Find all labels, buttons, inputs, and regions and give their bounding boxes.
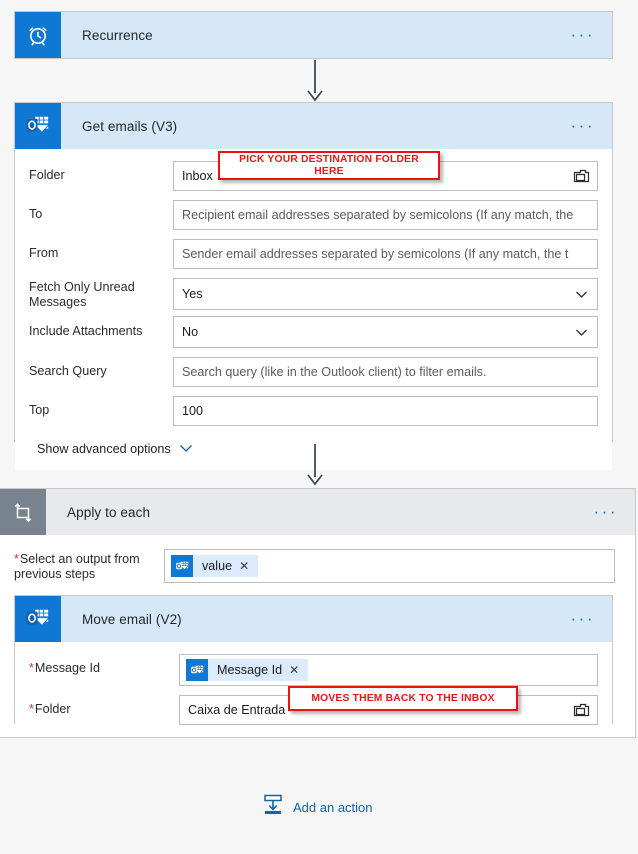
- token-label: value: [202, 559, 233, 573]
- field-value: Caixa de Entrada: [188, 703, 286, 717]
- top-input[interactable]: 100: [173, 396, 598, 426]
- field-row-message-id: *Message Id Message Id ✕: [29, 654, 598, 686]
- annotation-back-to-inbox: MOVES THEM BACK TO THE INBOX: [288, 686, 518, 711]
- flow-canvas: Recurrence ··· Get emails (V3) ··· Folde…: [0, 0, 638, 854]
- token-chip-value[interactable]: value ✕: [171, 555, 259, 577]
- search-query-input[interactable]: Search query (like in the Outlook client…: [173, 357, 598, 387]
- more-options-button[interactable]: ···: [571, 26, 612, 43]
- card-title: Recurrence: [82, 27, 153, 43]
- card-body-move-email: *Message Id Message Id ✕ *Folder Caixa d…: [15, 642, 612, 725]
- field-label: Select an output from previous steps: [14, 552, 140, 581]
- field-label: Search Query: [29, 364, 107, 378]
- field-row-select-output: *Select an output from previous steps va…: [14, 549, 615, 583]
- add-action-label: Add an action: [293, 800, 373, 815]
- select-output-input[interactable]: value ✕: [164, 549, 615, 583]
- more-options-button[interactable]: ···: [594, 503, 635, 520]
- outlook-icon: [15, 596, 61, 642]
- include-attachments-dropdown[interactable]: No: [173, 316, 598, 348]
- add-action-icon: [262, 793, 284, 822]
- outlook-icon: [186, 659, 208, 681]
- connector-arrow-1: [307, 60, 323, 102]
- field-label: Folder: [34, 702, 71, 716]
- field-value: No: [182, 325, 199, 339]
- field-label: Include Attachments: [29, 324, 143, 338]
- field-row-search-query: Search Query Search query (like in the O…: [29, 357, 598, 387]
- outlook-icon: [15, 103, 61, 149]
- fetch-unread-dropdown[interactable]: Yes: [173, 278, 598, 310]
- close-icon[interactable]: ✕: [239, 559, 258, 573]
- field-value: 100: [182, 404, 204, 418]
- field-label: Fetch Only Unread Messages: [29, 280, 135, 309]
- field-label: Top: [29, 403, 50, 417]
- chevron-down-icon: [575, 326, 588, 339]
- field-label: To: [29, 207, 43, 221]
- required-asterisk: *: [14, 552, 19, 566]
- field-label: From: [29, 246, 59, 260]
- token-chip-message-id[interactable]: Message Id ✕: [186, 659, 309, 681]
- move-folder-label: *Folder: [29, 695, 179, 717]
- alarm-clock-icon: [15, 12, 61, 58]
- card-title: Apply to each: [67, 504, 151, 520]
- advanced-options-label: Show advanced options: [37, 442, 171, 456]
- close-icon[interactable]: ✕: [289, 663, 308, 677]
- card-header-move-email[interactable]: Move email (V2) ···: [15, 596, 612, 642]
- chevron-down-icon: [575, 288, 588, 301]
- loop-icon: [0, 489, 46, 535]
- card-title: Move email (V2): [82, 611, 182, 627]
- add-an-action-button[interactable]: Add an action: [262, 793, 373, 822]
- message-id-label: *Message Id: [29, 654, 179, 676]
- card-header-apply-to-each[interactable]: Apply to each ···: [0, 489, 635, 535]
- required-asterisk: *: [29, 702, 34, 716]
- annotation-destination-folder: PICK YOUR DESTINATION FOLDER HERE: [218, 151, 440, 180]
- card-body-apply-to-each: *Select an output from previous steps va…: [0, 535, 635, 583]
- field-label: Folder: [29, 168, 65, 182]
- step-card-recurrence[interactable]: Recurrence ···: [14, 11, 613, 59]
- chevron-down-icon: [171, 442, 193, 456]
- field-row-to: To Recipient email addresses separated b…: [29, 200, 598, 230]
- token-label: Message Id: [217, 663, 283, 677]
- field-row-top: Top 100: [29, 396, 598, 426]
- card-body-get-emails: Folder Inbox To Recipient email addresse…: [15, 149, 612, 470]
- folder-picker-icon[interactable]: [573, 702, 590, 718]
- field-placeholder: Search query (like in the Outlook client…: [182, 365, 487, 379]
- field-placeholder: Sender email addresses separated by semi…: [182, 247, 569, 261]
- field-value: Inbox: [182, 169, 213, 183]
- select-output-label: *Select an output from previous steps: [14, 549, 164, 582]
- field-value: Yes: [182, 287, 203, 301]
- card-title: Get emails (V3): [82, 118, 178, 134]
- to-input[interactable]: Recipient email addresses separated by s…: [173, 200, 598, 230]
- outlook-icon: [171, 555, 193, 577]
- field-label: Message Id: [34, 661, 101, 675]
- field-placeholder: Recipient email addresses separated by s…: [182, 208, 574, 222]
- more-options-button[interactable]: ···: [571, 610, 612, 627]
- folder-picker-icon[interactable]: [573, 168, 590, 184]
- field-row-include-attachments: Include Attachments No: [29, 316, 598, 348]
- field-row-fetch-unread: Fetch Only Unread Messages Yes: [29, 278, 598, 310]
- more-options-button[interactable]: ···: [571, 117, 612, 134]
- card-header-recurrence[interactable]: Recurrence ···: [15, 12, 612, 58]
- required-asterisk: *: [29, 661, 34, 675]
- connector-arrow-2: [307, 444, 323, 486]
- card-header-get-emails[interactable]: Get emails (V3) ···: [15, 103, 612, 149]
- field-row-from: From Sender email addresses separated by…: [29, 239, 598, 269]
- from-input[interactable]: Sender email addresses separated by semi…: [173, 239, 598, 269]
- message-id-input[interactable]: Message Id ✕: [179, 654, 598, 686]
